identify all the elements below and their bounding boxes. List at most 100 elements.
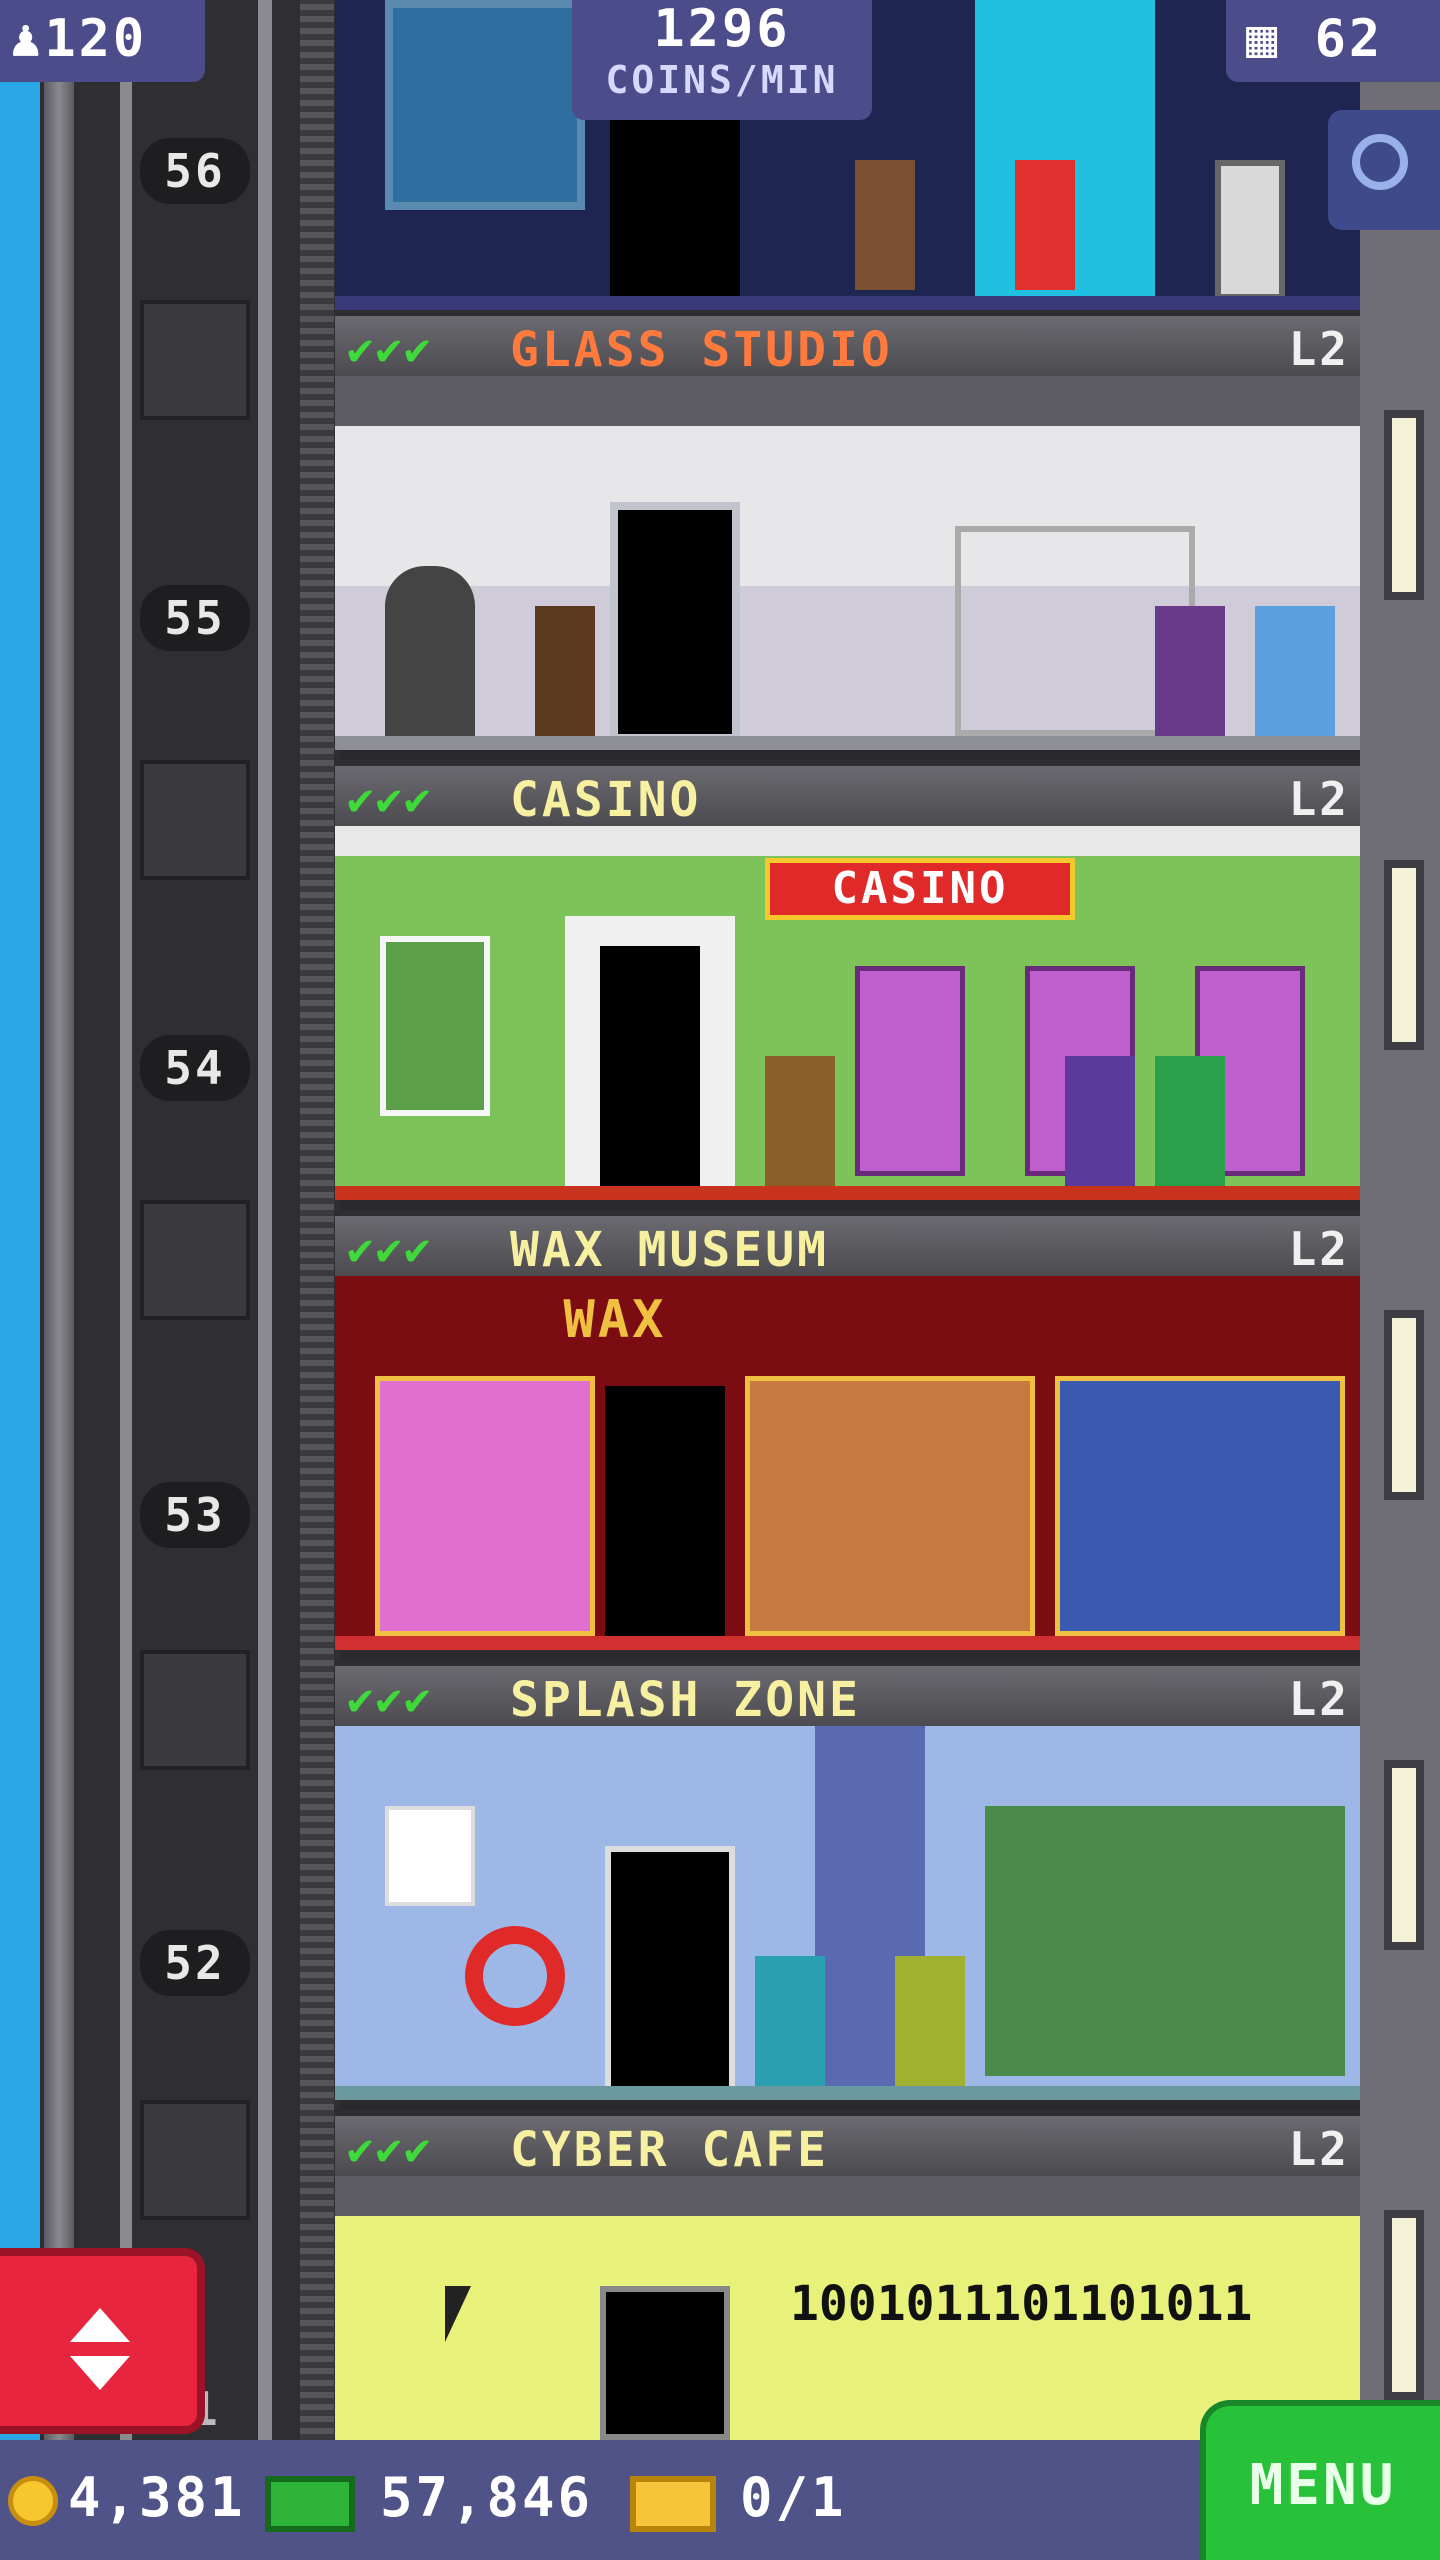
- glass-studio-room[interactable]: [335, 376, 1360, 750]
- elevator-door: [605, 1386, 725, 1636]
- ceiling: [335, 826, 1360, 856]
- bitizen[interactable]: [1255, 606, 1335, 736]
- tower-bux-icon: [265, 2476, 355, 2532]
- coins-rate-value: 1296: [653, 0, 791, 59]
- floor-number-55: 55: [140, 585, 250, 651]
- population-value: 120: [44, 9, 148, 69]
- floor-number-54: 54: [140, 1035, 250, 1101]
- elevator-door: [610, 120, 740, 300]
- population-counter[interactable]: ♟120: [0, 0, 205, 82]
- floor-title: WAX MUSEUM: [510, 1222, 829, 1278]
- casino-room[interactable]: CASINO: [335, 826, 1360, 1200]
- status-checks: ✔✔✔: [347, 1224, 433, 1275]
- status-checks: ✔✔✔: [347, 1674, 433, 1725]
- floor-edge: [335, 1186, 1360, 1200]
- tower-window: [1384, 410, 1424, 600]
- wax-museum-room[interactable]: WAX: [335, 1276, 1360, 1650]
- life-ring: [465, 1926, 565, 2026]
- tower-outer-wall: [1360, 0, 1440, 2440]
- floor-label-splash-zone[interactable]: ✔✔✔ SPLASH ZONE L2: [335, 1660, 1360, 1728]
- coins-rate-unit: COINS/MIN: [605, 58, 839, 102]
- shaft-panel: [140, 1200, 250, 1320]
- floor-count-value: 62: [1314, 9, 1384, 69]
- shaft-panel: [140, 760, 250, 880]
- shaft-panel: [140, 1650, 250, 1770]
- binary-sign: 1001011101101011: [790, 2276, 1253, 2332]
- floor-level: L2: [1288, 1222, 1350, 1276]
- coins-value: 4,381: [68, 2466, 246, 2529]
- status-checks: ✔✔✔: [347, 774, 433, 825]
- elevator-button[interactable]: [0, 2248, 205, 2434]
- floor-title: CASINO: [510, 772, 702, 828]
- shaft-cable: [300, 0, 334, 2440]
- person-icon: ♟: [10, 9, 45, 69]
- status-checks: ✔✔✔: [347, 324, 433, 375]
- shaft-rail: [120, 0, 132, 2440]
- bitizen[interactable]: [1065, 1056, 1135, 1186]
- cashier-window: [380, 936, 490, 1116]
- cyber-cafe-room[interactable]: 1001011101101011: [335, 2176, 1360, 2440]
- shaft-rail: [44, 0, 74, 2440]
- tower-window: [1384, 1310, 1424, 1500]
- kiln: [385, 566, 475, 736]
- tower-window: [1384, 1760, 1424, 1950]
- casino-sign: CASINO: [765, 858, 1075, 920]
- splash-zone-room[interactable]: [335, 1726, 1360, 2100]
- floor-number-52: 52: [140, 1930, 250, 1996]
- shaft-panel: [140, 300, 250, 420]
- bitizen[interactable]: [755, 1956, 825, 2086]
- arrow-down-icon: [70, 2356, 130, 2390]
- floor-label-glass-studio[interactable]: ✔✔✔ GLASS STUDIO L2: [335, 310, 1360, 378]
- bitizen[interactable]: [1155, 1056, 1225, 1186]
- wax-sign: WAX: [563, 1290, 667, 1350]
- hologram-screen: [385, 0, 585, 210]
- floor-title: GLASS STUDIO: [510, 322, 893, 378]
- ceiling: [335, 2176, 1360, 2216]
- floor-edge: [335, 1636, 1360, 1650]
- bitizen[interactable]: [1155, 606, 1225, 736]
- bitizen[interactable]: [765, 1056, 835, 1186]
- floor-title: SPLASH ZONE: [510, 1672, 861, 1728]
- elevator-door: [600, 2286, 730, 2440]
- bitizen[interactable]: [1015, 160, 1075, 290]
- search-button[interactable]: [1328, 110, 1440, 230]
- tower-window: [1384, 2210, 1424, 2400]
- bitizen[interactable]: [535, 606, 595, 736]
- floor-counter[interactable]: ▦ 62: [1226, 0, 1440, 82]
- slot-machine[interactable]: [855, 966, 965, 1176]
- sky-edge: [0, 0, 40, 2440]
- floor-number-53: 53: [140, 1482, 250, 1548]
- bitizen[interactable]: [855, 160, 915, 290]
- cursor-icon: [445, 2286, 471, 2342]
- floor-edge: [335, 2086, 1360, 2100]
- wax-exhibit[interactable]: [1055, 1376, 1345, 1636]
- tickets-value: 0/1: [740, 2466, 847, 2529]
- floor-level: L2: [1288, 1672, 1350, 1726]
- arrow-up-icon: [70, 2308, 130, 2342]
- wax-exhibit[interactable]: [375, 1376, 595, 1636]
- floor-label-casino[interactable]: ✔✔✔ CASINO L2: [335, 760, 1360, 828]
- golden-ticket-icon: [630, 2476, 716, 2532]
- status-checks: ✔✔✔: [347, 2124, 433, 2175]
- floor-label-cyber-cafe[interactable]: ✔✔✔ CYBER CAFE L2: [335, 2110, 1360, 2178]
- magnifier-icon: [1352, 134, 1408, 190]
- notice-poster: [385, 1806, 475, 1906]
- tower-window: [1384, 860, 1424, 1050]
- palm-slide: [985, 1806, 1345, 2076]
- ceiling: [335, 376, 1360, 426]
- shaft-rail: [258, 0, 272, 2440]
- floor-label-wax-museum[interactable]: ✔✔✔ WAX MUSEUM L2: [335, 1210, 1360, 1278]
- tower-bux-value: 57,846: [380, 2466, 594, 2529]
- building-icon: ▦: [1246, 9, 1281, 69]
- shaft-panel: [140, 2100, 250, 2220]
- atm-machine: [1215, 160, 1285, 300]
- floor-level: L2: [1288, 322, 1350, 376]
- bitizen[interactable]: [895, 1956, 965, 2086]
- elevator-door: [600, 946, 700, 1196]
- floor-edge: [335, 736, 1360, 750]
- elevator-door: [610, 502, 740, 742]
- coins-rate-panel: 1296 COINS/MIN: [572, 0, 872, 120]
- wax-exhibit[interactable]: [745, 1376, 1035, 1636]
- floor-level: L2: [1288, 2122, 1350, 2176]
- menu-button[interactable]: MENU: [1200, 2400, 1440, 2560]
